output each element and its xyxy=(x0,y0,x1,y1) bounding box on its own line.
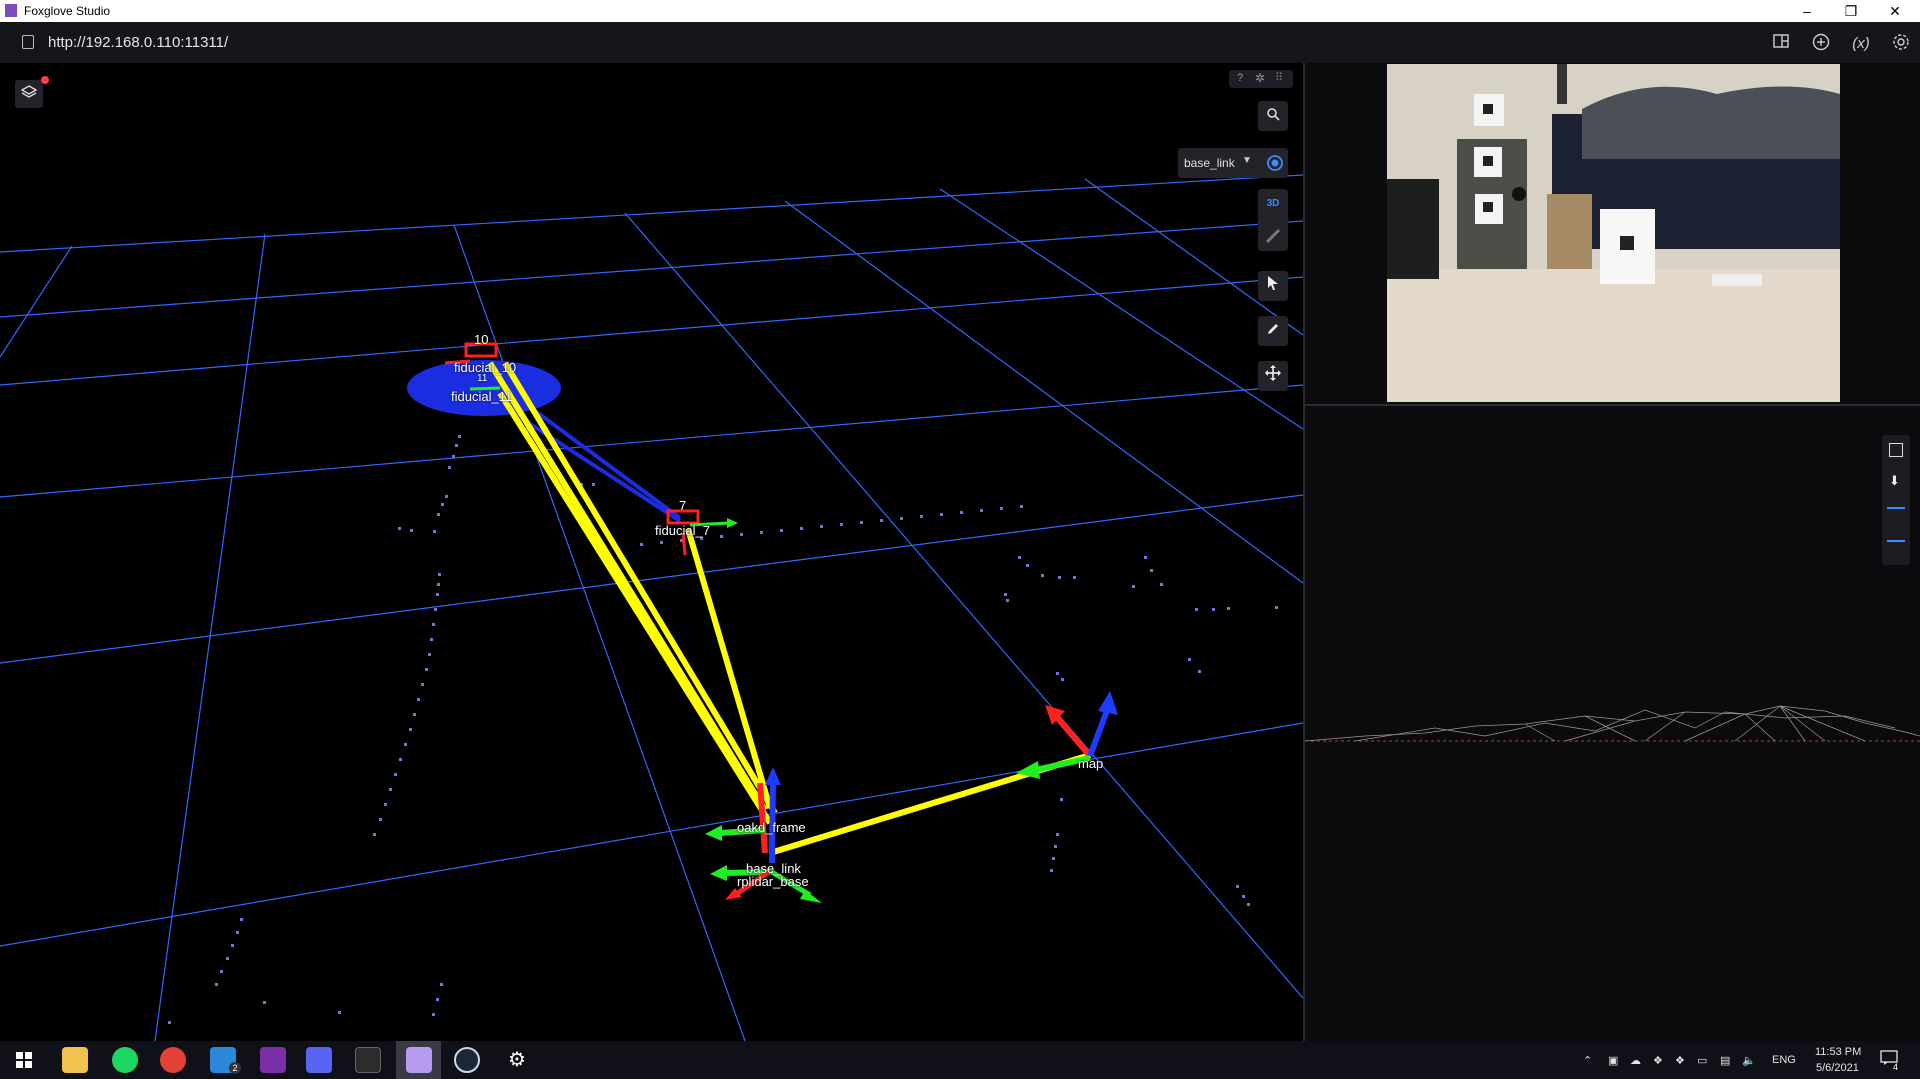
chrome-icon[interactable] xyxy=(160,1047,186,1073)
mail-badge: 2 xyxy=(229,1062,241,1074)
tray-device-icon[interactable]: ▣ xyxy=(1608,1054,1618,1067)
frame-label-fiducial-11: fiducial_11 xyxy=(451,389,513,404)
ruler-icon xyxy=(1265,228,1281,244)
clock-date[interactable]: 5/6/2021 xyxy=(1816,1062,1859,1074)
move-icon xyxy=(1265,365,1281,381)
frame-label-11: 11 xyxy=(477,373,488,384)
frame-label-oakd-frame: oakd_frame xyxy=(737,820,806,835)
close-button[interactable]: ✕ xyxy=(1872,0,1918,22)
publish-button[interactable] xyxy=(1258,316,1288,346)
network-icon[interactable]: ▤ xyxy=(1720,1054,1730,1067)
onenote-icon[interactable] xyxy=(260,1047,286,1073)
window-title: Foxglove Studio xyxy=(24,4,111,18)
clock-time[interactable]: 11:53 PM xyxy=(1815,1046,1861,1058)
dropbox-2-icon[interactable]: ❖ xyxy=(1675,1054,1685,1067)
frame-label-10: 10 xyxy=(474,332,489,347)
tray-chevron-up-icon[interactable]: ⌃ xyxy=(1583,1054,1592,1067)
foxglove-studio-icon[interactable] xyxy=(406,1047,432,1073)
app-icon xyxy=(5,4,17,17)
follow-target-icon[interactable] xyxy=(1263,151,1287,175)
measure-button[interactable] xyxy=(1258,221,1288,251)
toggle-3d-button[interactable]: 3D xyxy=(1258,189,1288,219)
search-button[interactable] xyxy=(1258,101,1288,131)
file-explorer-icon[interactable] xyxy=(62,1047,88,1073)
add-panel-icon[interactable] xyxy=(1810,33,1832,55)
dropbox-icon[interactable]: ❖ xyxy=(1653,1054,1663,1067)
restore-button[interactable]: ❐ xyxy=(1828,0,1874,22)
connection-bar: http://192.168.0.110:11311/ (x) xyxy=(0,22,1920,63)
frame-label-7: 7 xyxy=(679,498,687,513)
connection-icon[interactable] xyxy=(22,35,34,49)
notification-count: 4 xyxy=(1893,1062,1899,1072)
chevron-down-icon: ▼ xyxy=(1242,155,1252,166)
cursor-icon xyxy=(1268,276,1278,290)
follow-frame-value: base_link xyxy=(1184,156,1235,170)
taskbar: 2 ⚙ ⌃ ▣ ☁ ❖ ❖ ▭ ▤ 🔈 ENG 11:53 PM 5/6/202… xyxy=(0,1041,1920,1079)
language-indicator[interactable]: ENG xyxy=(1772,1054,1796,1066)
battery-icon[interactable]: ▭ xyxy=(1697,1054,1707,1067)
layers-icon xyxy=(20,85,38,98)
frame-label-fiducial-7: fiducial_7 xyxy=(655,523,710,538)
layers-button[interactable] xyxy=(15,80,43,108)
windows-start-icon[interactable] xyxy=(16,1052,32,1068)
frame-label-rplidar-base: rplidar_base xyxy=(737,874,809,889)
pencil-icon xyxy=(1268,324,1278,334)
move-button[interactable] xyxy=(1258,361,1288,391)
variables-icon[interactable]: (x) xyxy=(1850,33,1872,55)
view-mode-group: 3D xyxy=(1258,189,1288,251)
drag-handle-icon[interactable]: ⠿ xyxy=(1275,71,1283,84)
onedrive-icon[interactable]: ☁ xyxy=(1630,1054,1641,1067)
camera-image xyxy=(1387,64,1840,402)
panel-settings-icon[interactable]: ✲ xyxy=(1255,71,1265,85)
search-icon xyxy=(1267,108,1280,121)
minimize-button[interactable]: – xyxy=(1784,0,1830,22)
help-icon[interactable]: ? xyxy=(1237,72,1243,84)
spotify-icon[interactable] xyxy=(112,1047,138,1073)
terminal-icon[interactable] xyxy=(355,1047,381,1073)
settings-gear-icon[interactable]: ⚙ xyxy=(504,1047,530,1073)
panel-toolbar: ? ✲ ⠿ xyxy=(1229,70,1293,88)
steam-icon[interactable] xyxy=(454,1047,480,1073)
select-button[interactable] xyxy=(1258,271,1288,301)
discord-icon[interactable] xyxy=(306,1047,332,1073)
problems-dot xyxy=(41,76,49,84)
connection-url[interactable]: http://192.168.0.110:11311/ xyxy=(48,34,228,51)
plot-canvas xyxy=(1305,705,1920,742)
plot-panel[interactable]: ⬇ xyxy=(1305,406,1920,1041)
3d-panel[interactable]: 10 fiducial_10 11 fiducial_11 7 fiducial… xyxy=(0,63,1303,1041)
tf-links-yellow xyxy=(487,361,1091,856)
layout-icon[interactable] xyxy=(1770,33,1792,55)
title-bar: Foxglove Studio – ❐ ✕ xyxy=(0,0,1920,22)
3d-scene[interactable] xyxy=(0,63,1303,1041)
image-panel[interactable] xyxy=(1305,63,1920,404)
volume-icon[interactable]: 🔈 xyxy=(1742,1054,1756,1067)
frame-label-map: map xyxy=(1078,756,1104,771)
settings-icon[interactable] xyxy=(1890,33,1912,55)
